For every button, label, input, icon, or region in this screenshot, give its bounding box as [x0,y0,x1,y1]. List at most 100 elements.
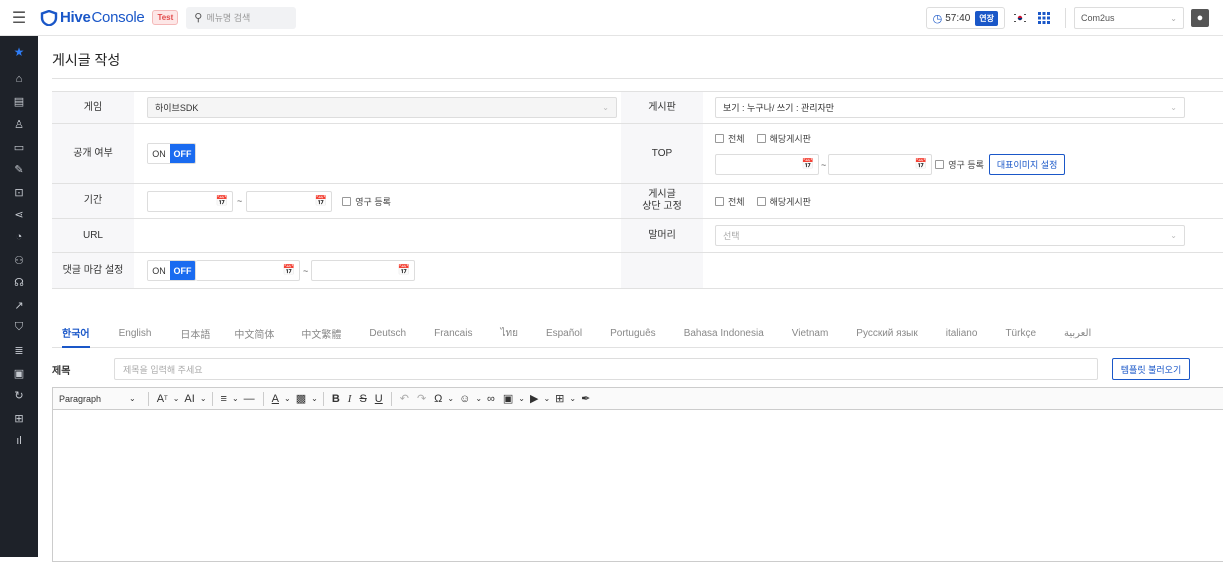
pin-all-checkbox[interactable]: 전체 [715,195,745,208]
comment-toggle[interactable]: ON OFF [147,260,196,281]
tab-fr[interactable]: Francais [434,322,472,348]
database-icon[interactable]: ≣ [0,339,38,362]
clear-format-icon[interactable]: ✒ [581,392,590,405]
top-board-checkbox[interactable]: 해당게시판 [756,132,811,145]
font-family-icon[interactable]: AI [184,393,194,405]
chevron-down-icon[interactable]: ⌄ [311,394,318,403]
chevron-down-icon[interactable]: ⌄ [518,394,525,403]
chevron-down-icon[interactable]: ⌄ [284,394,291,403]
board-select[interactable]: 보기 : 누구나/ 쓰기 : 관리자만 ⌄ [715,97,1185,118]
tab-vi[interactable]: Vietnam [792,322,829,348]
tab-zh-hant[interactable]: 中文繁體 [301,322,341,348]
period-permanent-checkbox[interactable]: 영구 등록 [342,195,391,208]
top-all-checkbox[interactable]: 전체 [715,132,745,145]
monitor-icon[interactable]: ▣ [0,362,38,385]
redo-icon[interactable]: ↷ [417,392,426,405]
top-start-date[interactable]: 📅 [715,154,819,175]
tab-tr[interactable]: Türkçe [1005,322,1036,348]
period-start-date[interactable]: 📅 [147,190,233,212]
load-template-button[interactable]: 템플릿 불러오기 [1112,358,1190,380]
undo-icon[interactable]: ↶ [400,392,409,405]
paragraph-select[interactable]: Paragraph [59,394,129,404]
tab-ar[interactable]: العربية [1064,322,1091,348]
font-size-icon[interactable]: AT [157,393,168,405]
emoji-icon[interactable]: ☺ [459,393,470,405]
star-icon[interactable]: ★ [0,36,38,68]
tab-id[interactable]: Bahasa Indonesia [684,322,764,348]
home-icon[interactable]: ⌂ [0,68,38,91]
media-icon[interactable]: ▶ [530,392,538,405]
rep-image-button[interactable]: 대표이미지 설정 [988,154,1066,175]
tab-zh-hans[interactable]: 中文简体 [234,322,274,348]
bar-chart-icon[interactable]: ıl [0,430,38,453]
horizontal-line-icon[interactable]: — [244,393,255,405]
toggle-off[interactable]: OFF [170,261,195,280]
public-toggle[interactable]: ON OFF [147,143,196,164]
toggle-on[interactable]: ON [148,144,170,163]
tab-ru[interactable]: Русский язык [856,322,917,348]
user-icon[interactable]: ♙ [0,113,38,136]
download-box-icon[interactable]: ⊡ [0,181,38,204]
tab-ko[interactable]: 한국어 [62,322,90,348]
extend-session-button[interactable]: 연장 [975,10,998,26]
chat-icon[interactable]: ◔ [0,226,38,249]
tab-en[interactable]: English [119,322,152,348]
chart-line-icon[interactable]: ↗ [0,294,38,317]
chevron-down-icon[interactable]: ⌄ [475,394,482,403]
pin-board-checkbox[interactable]: 해당게시판 [756,195,811,208]
table-icon[interactable]: ⊞ [555,392,564,405]
headset-icon[interactable]: ☊ [0,271,38,294]
comment-start-date[interactable]: 📅 [196,260,300,281]
company-select[interactable]: Com2us ⌄ [1074,7,1184,29]
top-bar: ☰ Hive Console Test ⚲ 메뉴명 검색 ◷ 57:40 연장 [0,0,1223,36]
menu-search-input[interactable]: ⚲ 메뉴명 검색 [186,6,297,29]
prefix-select[interactable]: 선택 ⌄ [715,225,1185,246]
underline-icon[interactable]: U [375,393,383,405]
tab-ja[interactable]: 日本語 [180,322,210,348]
chevron-down-icon[interactable]: ⌄ [569,394,576,403]
card-icon[interactable]: ▭ [0,136,38,159]
image-icon[interactable]: ▣ [503,392,513,405]
shield-icon[interactable]: ⛉ [0,317,38,340]
page-title: 게시글 작성 [52,52,121,68]
chevron-down-icon[interactable]: ⌄ [543,394,550,403]
chevron-down-icon[interactable]: ⌄ [129,394,136,403]
group-icon[interactable]: ⚇ [0,249,38,272]
document-icon[interactable]: ▤ [0,91,38,114]
share-icon[interactable]: ⋖ [0,204,38,227]
game-select[interactable]: 하이브SDK ⌄ [147,97,617,118]
refresh-icon[interactable]: ↻ [0,384,38,407]
font-color-icon[interactable]: A [272,393,279,405]
apps-grid-icon[interactable] [1037,11,1051,25]
chevron-down-icon[interactable]: ⌄ [232,394,239,403]
period-end-date[interactable]: 📅 [246,190,333,212]
toggle-off[interactable]: OFF [170,144,195,163]
tab-pt[interactable]: Português [610,322,656,348]
align-icon[interactable]: ≡ [221,393,227,405]
link-icon[interactable]: ∞ [487,393,495,405]
chevron-down-icon[interactable]: ⌄ [200,394,207,403]
strikethrough-icon[interactable]: S [359,393,366,405]
chevron-down-icon[interactable]: ⌄ [173,394,180,403]
top-permanent-checkbox[interactable]: 영구 등록 [935,158,984,171]
subject-input[interactable]: 제목을 입력해 주세요 [114,358,1098,380]
user-avatar-icon[interactable]: ● [1191,9,1209,27]
chevron-down-icon[interactable]: ⌄ [447,394,454,403]
tab-es[interactable]: Español [546,322,582,348]
tab-de[interactable]: Deutsch [369,322,406,348]
comment-end-date[interactable]: 📅 [311,260,416,281]
toggle-on[interactable]: ON [148,261,170,280]
top-end-date[interactable]: 📅 [828,154,933,175]
editor-content-area[interactable] [53,410,1223,562]
background-color-icon[interactable]: ▩ [296,392,306,405]
special-char-icon[interactable]: Ω [434,393,442,405]
italic-icon[interactable]: I [348,393,352,405]
gift-icon[interactable]: ⊞ [0,407,38,430]
edit-doc-icon[interactable]: ✎ [0,158,38,181]
hive-console-logo[interactable]: Hive Console [40,9,145,26]
korea-flag-icon[interactable] [1013,13,1027,23]
tab-th[interactable]: ไทย [500,322,517,348]
hamburger-menu-icon[interactable]: ☰ [0,0,38,36]
bold-icon[interactable]: B [332,393,340,405]
tab-it[interactable]: italiano [946,322,978,348]
